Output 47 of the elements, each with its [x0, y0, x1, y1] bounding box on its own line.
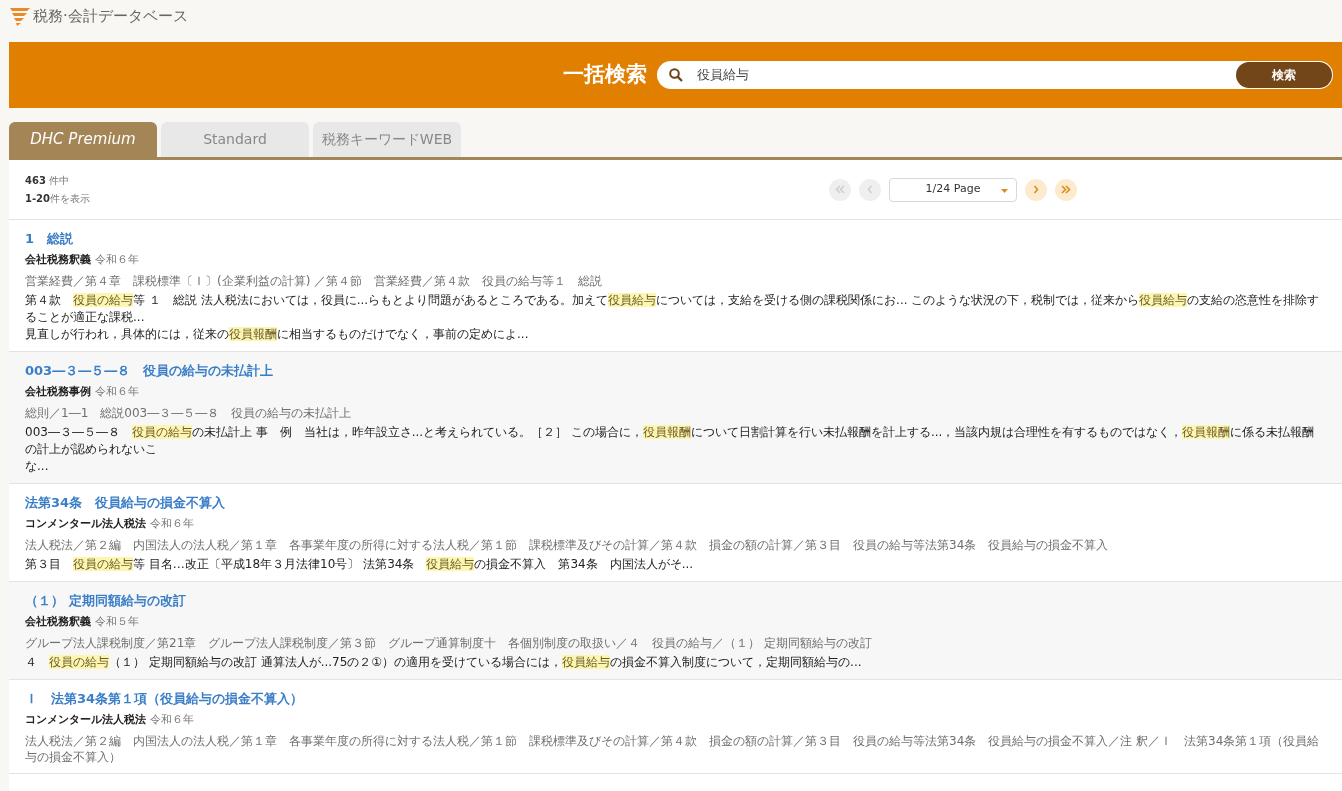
result-title-link[interactable]: 法第34条 役員給与の損金不算入 — [25, 493, 1326, 513]
breadcrumb-path: グループ法人課税制度／第21章 グループ法人課税制度／第３節 グループ通算制度十 各個別制度の取扱い／４ 役員の給与／（１） 定期同額給与の改訂 — [25, 635, 874, 651]
result-title-link[interactable]: 1 総説 — [25, 229, 1326, 249]
range-count: 1-20 — [25, 192, 51, 204]
result-title-link[interactable]: 003―３―５―８ 役員の給与の未払計上 — [25, 361, 1326, 381]
breadcrumb-path: 総則／1―1 総説003―３―５―８ 役員の給与の未払計上 — [25, 405, 353, 421]
source-name: 会社税務釈義 — [25, 615, 91, 628]
source-name: コンメンタール法人税法 — [25, 517, 146, 530]
breadcrumb-path: 法人税法／第２編 内国法人の法人税／第１章 各事業年度の所得に対する法人税／第１節 課税標準及びその計算／第４款 損金の額の計算／第３目 役員の給与等法第34条 役員給与の損金不算入 — [25, 537, 1110, 553]
chevron-right-icon — [1033, 185, 1039, 194]
tab[interactable]: 税務キーワードWEB — [313, 122, 461, 157]
double-chevron-left-icon — [835, 185, 845, 194]
source-name: コンメンタール法人税法 — [25, 713, 146, 726]
source-year: 令和６年 — [94, 253, 139, 266]
chevron-left-icon — [867, 185, 873, 194]
caret-icon — [1001, 188, 1008, 193]
search-icon — [669, 68, 683, 82]
search-title: 一括検索 — [563, 61, 647, 89]
total-label: 件中 — [49, 174, 70, 186]
source-year: 令和６年 — [149, 517, 194, 530]
source-year: 令和６年 — [94, 385, 139, 398]
tab[interactable]: DHC Premium — [9, 122, 157, 157]
logo-text: 税務·会計データベース — [33, 6, 188, 26]
search-field[interactable]: 役員給与 検索 — [657, 61, 1333, 89]
total-count: 463 — [25, 174, 46, 186]
double-chevron-right-icon — [1061, 185, 1071, 194]
result-title-link[interactable]: Ｉ 法第34条第１項（役員給与の損金不算入） — [25, 689, 1326, 709]
logo-icon — [9, 6, 31, 26]
snippet-line: ４ 役員の給与（１） 定期同額給与の改訂 通算法人が...75の２①）の適用を受けている場合には，役員給与の損金不算入制度について，定期同額給与の... — [25, 654, 863, 671]
snippet-line: 003―３―５―８ 役員の給与の未払計上 事 例 当社は，昨年設立さ...と考えられている。［２］ この場合に，役員報酬について日割計算を行い未払報酬を計上する...，当該内規は合理性を有するものではなく，役員報酬に係る未払報酬の計上が認められないこ — [25, 424, 1316, 458]
snippet-line: 第４款 役員の給与等 １ 総説 法人税法においては，役員に...らもとより問題があるところである。加えて役員給与については，支給を受ける側の課税関係にお... このような状況の下，税制では，従来から役員給与の支給の恣意性を排除することが適正な課税... — [25, 292, 1321, 326]
result-title-link[interactable]: （１） 定期同額給与の改訂 — [25, 591, 1326, 611]
snippet-line: 第３目 役員の給与等 目名…改正〔平成18年３月法律10号〕 法第34条 役員給与の損金不算入 第34条 内国法人がそ... — [25, 556, 695, 573]
source-year: 令和５年 — [94, 615, 139, 628]
snippet-line: な... — [25, 458, 50, 475]
tab[interactable]: Standard — [161, 122, 309, 157]
snippet-line: 見直しが行われ，具体的には，従来の役員報酬に相当するものだけでなく，事前の定めによ... — [25, 326, 530, 343]
search-button[interactable]: 検索 — [1236, 62, 1332, 88]
last-page-button[interactable] — [1055, 178, 1077, 201]
source-name: 会社税務事例 — [25, 385, 91, 398]
page-select[interactable]: 1/24 Page — [889, 177, 1017, 202]
source-year: 令和６年 — [149, 713, 194, 726]
breadcrumb-path: 営業経費／第４章 課税標準〔Ｉ〕(企業利益の計算) ／第４節 営業経費／第４款 役員の給与等１ 総説 — [25, 273, 604, 289]
breadcrumb-path: 法人税法／第２編 内国法人の法人税／第１章 各事業年度の所得に対する法人税／第１節 課税標準及びその計算／第４款 損金の額の計算／第３目 役員の給与等法第34条 役員給与の損金不算入／注 釈／Ｉ 法第34条第１項（役員給与の損金不算入） — [25, 733, 1321, 765]
next-page-button[interactable] — [1025, 178, 1047, 201]
range-label: 件を表示 — [50, 192, 91, 204]
source-name: 会社税務釈義 — [25, 253, 91, 266]
